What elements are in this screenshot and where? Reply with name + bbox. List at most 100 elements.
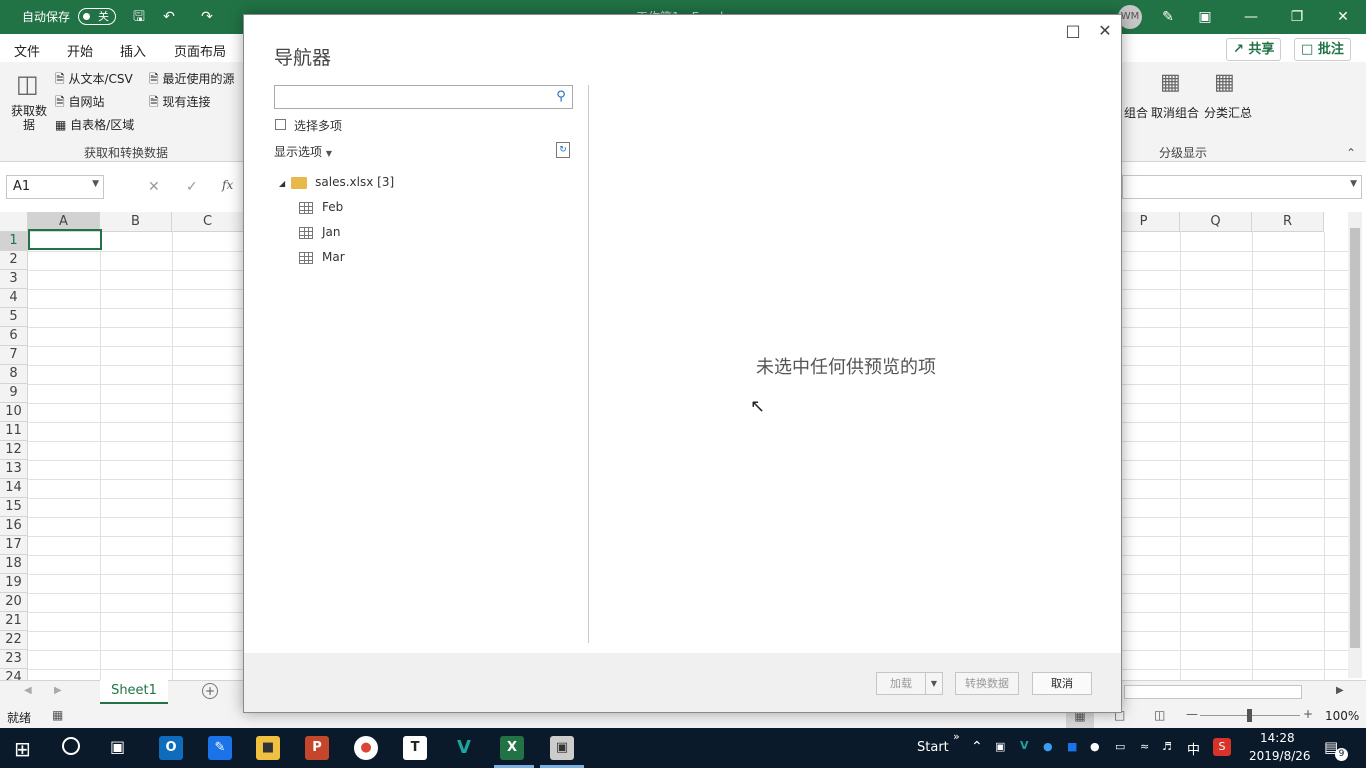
load-dropdown-icon[interactable]: ▼	[925, 672, 943, 695]
minimize-icon[interactable]: —	[1240, 6, 1262, 28]
sogou-icon[interactable]: S	[1213, 738, 1231, 756]
row-header[interactable]: 15	[0, 498, 28, 517]
ime-indicator[interactable]: 中	[1187, 739, 1200, 758]
macro-record-icon[interactable]: ▦	[52, 708, 63, 722]
note-tray-icon[interactable]: ■	[1067, 740, 1077, 753]
row-header[interactable]: 17	[0, 536, 28, 555]
display-icon[interactable]: ▣	[995, 740, 1005, 753]
zoom-level[interactable]: 100%	[1325, 709, 1359, 723]
confirm-entry-icon[interactable]: ✓	[186, 179, 198, 195]
row-header[interactable]: 23	[0, 650, 28, 669]
row-header[interactable]: 21	[0, 612, 28, 631]
row-header[interactable]: 12	[0, 441, 28, 460]
formula-input[interactable]: ▼	[1122, 175, 1362, 199]
ribbon-display-icon[interactable]: ▣	[1194, 6, 1216, 28]
zoom-out-icon[interactable]: —	[1186, 707, 1198, 721]
display-options-dropdown[interactable]: 显示选项 ▼	[274, 143, 332, 160]
zoom-in-icon[interactable]: +	[1303, 707, 1313, 721]
pane-divider[interactable]	[588, 85, 589, 643]
volume-icon[interactable]: ♬	[1162, 740, 1172, 753]
active-cell-a1[interactable]	[28, 229, 102, 250]
autosave-toggle[interactable]: 关	[78, 8, 116, 25]
row-header[interactable]: 20	[0, 593, 28, 612]
column-header[interactable]: Q	[1180, 212, 1252, 232]
cancel-button[interactable]: 取消	[1032, 672, 1092, 695]
start-label[interactable]: Start	[917, 740, 949, 755]
search-input[interactable]	[275, 86, 545, 108]
presenter-icon[interactable]: ▣	[550, 736, 574, 760]
visio-like-icon[interactable]: V	[452, 736, 476, 760]
battery-icon[interactable]: ▭	[1115, 740, 1125, 753]
row-header[interactable]: 7	[0, 346, 28, 365]
scroll-right-icon[interactable]: ▶	[1336, 685, 1344, 696]
row-header[interactable]: 8	[0, 365, 28, 384]
search-icon[interactable]: ⚲	[552, 88, 570, 106]
row-header[interactable]: 3	[0, 270, 28, 289]
from-table-button[interactable]: ▦ 自表格/区域	[55, 116, 134, 133]
ungroup-button[interactable]: 取消组合	[1151, 104, 1199, 121]
from-text-csv-button[interactable]: 🗎 从文本/CSV	[55, 70, 133, 91]
select-all-corner[interactable]	[0, 212, 28, 232]
tab-home[interactable]: 开始	[67, 41, 93, 60]
tab-insert[interactable]: 插入	[120, 41, 146, 60]
save-icon[interactable]: 🖫	[128, 6, 150, 28]
horizontal-scrollbar[interactable]	[1124, 685, 1302, 699]
zoom-slider-thumb[interactable]	[1247, 709, 1252, 722]
get-data-button[interactable]: 获取数据	[10, 104, 48, 132]
typora-icon[interactable]: T	[403, 736, 427, 760]
search-icon[interactable]	[62, 737, 80, 755]
select-multiple-label[interactable]: 选择多项	[294, 117, 342, 134]
wechat-icon[interactable]: ●	[1090, 740, 1100, 753]
sheet-tab-sheet1[interactable]: Sheet1	[100, 680, 168, 704]
column-header[interactable]: B	[100, 212, 172, 232]
bluetooth-icon[interactable]: ●	[1043, 740, 1053, 753]
close-icon[interactable]: ✕	[1332, 6, 1354, 28]
cancel-entry-icon[interactable]: ✕	[148, 179, 160, 195]
load-button[interactable]: 加载	[876, 672, 926, 695]
row-header[interactable]: 1	[0, 232, 28, 251]
refresh-icon[interactable]: ↻	[556, 142, 570, 158]
row-header[interactable]: 22	[0, 631, 28, 650]
dialog-close-icon[interactable]: ✕	[1091, 19, 1119, 43]
name-box[interactable]: A1 ▼	[6, 175, 104, 199]
select-multiple-checkbox[interactable]	[275, 119, 286, 130]
comments-button[interactable]: □ 批注	[1294, 38, 1351, 61]
clock-date[interactable]: 2019/8/26	[1249, 749, 1311, 763]
tree-item-feb[interactable]: Feb	[299, 196, 343, 218]
add-sheet-icon[interactable]: +	[202, 683, 218, 699]
row-header[interactable]: 9	[0, 384, 28, 403]
from-web-button[interactable]: 🗎 自网站	[55, 93, 104, 114]
pen-icon[interactable]: ✎	[1157, 6, 1179, 28]
vpn-icon[interactable]: V	[1020, 739, 1029, 752]
row-header[interactable]: 14	[0, 479, 28, 498]
chevron-icon[interactable]: »	[953, 730, 960, 743]
task-view-icon[interactable]: ▣	[110, 737, 125, 756]
redo-icon[interactable]: ↷	[196, 6, 218, 28]
restore-icon[interactable]: ❐	[1286, 6, 1308, 28]
column-header[interactable]: R	[1252, 212, 1324, 232]
tree-item-jan[interactable]: Jan	[299, 221, 341, 243]
vertical-scrollbar[interactable]	[1348, 212, 1362, 678]
next-sheet-icon[interactable]: ▶	[54, 685, 62, 696]
row-header[interactable]: 18	[0, 555, 28, 574]
tab-file[interactable]: 文件	[14, 41, 40, 60]
insert-function-icon[interactable]: fx	[222, 178, 233, 192]
file-explorer-icon[interactable]: ■	[256, 736, 280, 760]
collapse-ribbon-icon[interactable]: ⌃	[1346, 146, 1356, 160]
note-app-icon[interactable]: ✎	[208, 736, 232, 760]
windows-start-icon[interactable]: ⊞	[14, 737, 31, 761]
existing-connections-button[interactable]: 🗎 现有连接	[149, 93, 210, 114]
tab-page-layout[interactable]: 页面布局	[174, 41, 226, 60]
tree-file-node[interactable]: ◢ sales.xlsx [3]	[279, 171, 394, 193]
undo-icon[interactable]: ↶	[158, 6, 180, 28]
excel-icon[interactable]: X	[500, 736, 524, 760]
tray-expand-icon[interactable]: ⌃	[971, 739, 983, 755]
tree-item-mar[interactable]: Mar	[299, 246, 345, 268]
row-header[interactable]: 5	[0, 308, 28, 327]
row-header[interactable]: 10	[0, 403, 28, 422]
wifi-icon[interactable]: ≈	[1140, 740, 1149, 753]
column-header[interactable]: C	[172, 212, 244, 232]
share-button[interactable]: ↗ 共享	[1226, 38, 1282, 61]
row-header[interactable]: 6	[0, 327, 28, 346]
recent-sources-button[interactable]: 🗎 最近使用的源	[149, 70, 234, 91]
